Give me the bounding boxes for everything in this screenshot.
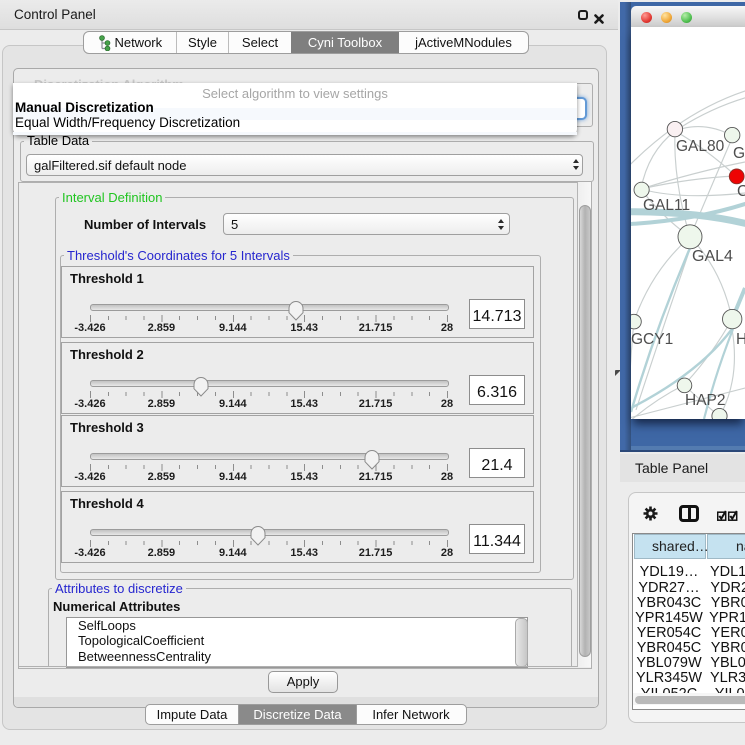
svg-text:GAL4: GAL4 bbox=[692, 248, 733, 265]
svg-text:GAL80: GAL80 bbox=[676, 138, 725, 155]
svg-text:C: C bbox=[737, 183, 745, 200]
svg-text:GA: GA bbox=[733, 145, 745, 162]
svg-text:GAL11: GAL11 bbox=[643, 197, 690, 214]
svg-text:HAP2: HAP2 bbox=[685, 392, 726, 409]
svg-text:GCY1: GCY1 bbox=[631, 331, 673, 348]
svg-text:H: H bbox=[736, 331, 745, 348]
